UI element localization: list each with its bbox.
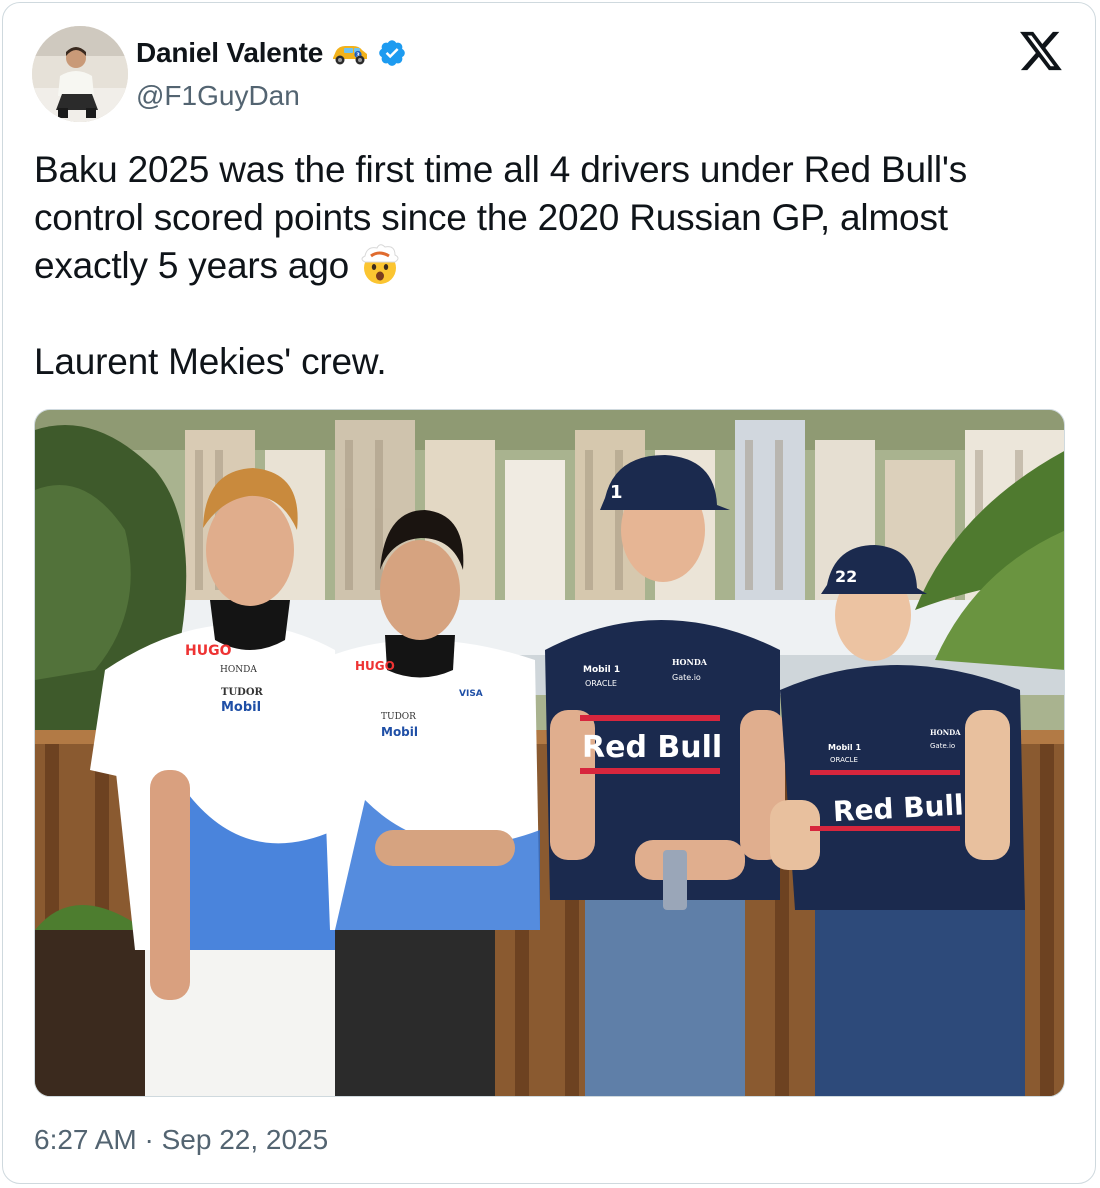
exploding-head-icon	[361, 244, 399, 284]
jersey-redbull-3: Red Bull	[582, 730, 722, 765]
jersey-tudor-2: TUDOR	[381, 712, 416, 722]
jersey-hugo-2: HUGO	[355, 659, 395, 673]
author-display-name[interactable]: Daniel Valente	[136, 37, 323, 69]
cap-number-22: 22	[835, 567, 857, 586]
avatar-photo	[32, 26, 128, 122]
jersey-oracle-3: ORACLE	[585, 679, 617, 688]
jersey-mobil1-3: Mobil 1	[583, 665, 620, 675]
tweet-text: Baku 2025 was the first time all 4 drive…	[34, 146, 1064, 386]
jersey-redbull-4: Red Bull	[832, 788, 964, 828]
jersey-mobil-1: Mobil	[221, 700, 261, 715]
jersey-honda-3: HONDA	[672, 657, 708, 667]
tweet-timestamp[interactable]: 6:27 AM · Sep 22, 2025	[34, 1124, 328, 1156]
author-avatar[interactable]	[32, 26, 128, 122]
tweet-line-1: Baku 2025 was the first time all 4 drive…	[34, 146, 1064, 290]
tweet-photo[interactable]: HUGO HONDA TUDOR Mobil HUGO VISA TUDOR M…	[34, 409, 1065, 1097]
drivers-photo: HUGO HONDA TUDOR Mobil HUGO VISA TUDOR M…	[35, 410, 1064, 1096]
jersey-visa-2: VISA	[459, 689, 483, 699]
jersey-gateio-3: Gate.io	[672, 673, 701, 682]
racing-car-icon: 3	[333, 46, 368, 65]
x-logo-icon[interactable]	[1018, 30, 1064, 72]
author-handle[interactable]: @F1GuyDan	[136, 80, 300, 112]
jersey-mobil1-4: Mobil 1	[828, 743, 861, 752]
jersey-hugo-1: HUGO	[185, 643, 232, 659]
cap-number-1: 1	[610, 482, 623, 503]
jersey-oracle-4: ORACLE	[830, 756, 858, 764]
jersey-tudor-1: TUDOR	[221, 687, 264, 698]
jersey-mobil-2: Mobil	[381, 725, 418, 739]
jersey-gateio-4: Gate.io	[930, 742, 955, 750]
tweet-line-2: Laurent Mekies' crew.	[34, 341, 387, 382]
author-name-row: Daniel Valente 3	[136, 36, 407, 70]
jersey-honda-4: HONDA	[930, 728, 961, 737]
verified-badge-icon	[379, 40, 405, 66]
tweet-line-1-text: Baku 2025 was the first time all 4 drive…	[34, 149, 968, 286]
jersey-honda-1: HONDA	[220, 665, 257, 675]
